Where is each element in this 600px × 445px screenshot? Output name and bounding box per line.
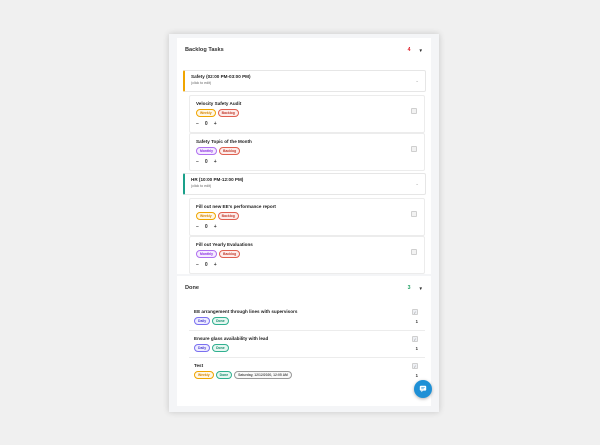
task-card[interactable]: Velocity Safety Audit Weekly Backlog − 0… (189, 95, 425, 133)
frequency-tag: Weekly (194, 371, 214, 380)
done-section-body: EE arrangement through lines with superv… (177, 300, 431, 406)
caret-down-icon[interactable]: ▼ (419, 286, 423, 291)
chevron-down-icon[interactable]: ⌄ (415, 181, 419, 187)
task-title: Velocity Safety Audit (196, 101, 242, 106)
quantity-value: 0 (204, 159, 208, 166)
decrement-button[interactable]: − (196, 121, 199, 127)
backlog-count: 4 (407, 47, 411, 53)
backlog-section-body: Safety (02:00 PM-03:00 PM) (click to edi… (177, 62, 431, 274)
backlog-title: Backlog Tasks (185, 47, 224, 53)
task-checkbox[interactable] (411, 108, 417, 114)
done-title: Done (185, 285, 199, 291)
caret-down-icon[interactable]: ▼ (419, 48, 423, 53)
check-icon[interactable]: ✓ (412, 309, 418, 315)
task-title: EE arrangement through lines with superv… (194, 309, 298, 314)
task-card[interactable]: Safety Topic of the Month Monthly Backlo… (189, 133, 425, 171)
increment-button[interactable]: + (214, 121, 217, 127)
backlog-section-header[interactable]: Backlog Tasks 4 ▼ (177, 38, 431, 62)
chevron-down-icon[interactable]: ⌄ (415, 78, 419, 84)
status-tag: Done (212, 344, 229, 353)
quantity-value: 0 (204, 262, 208, 269)
completion-count: 1 (415, 373, 418, 378)
check-icon[interactable]: ✓ (412, 336, 418, 342)
group-edit-hint: (click to edit) (191, 184, 212, 188)
task-title: Fill out Yearly Evaluations (196, 242, 253, 247)
group-title: HR (10:00 PM-12:00 PM) (191, 177, 244, 182)
group-card-safety[interactable]: Safety (02:00 PM-03:00 PM) (click to edi… (183, 70, 426, 92)
completion-count: 1 (415, 319, 418, 324)
quantity-value: 0 (204, 224, 208, 231)
task-checkbox[interactable] (411, 249, 417, 255)
quantity-value: 0 (204, 121, 208, 128)
frequency-tag: Weekly (196, 109, 216, 118)
quantity-stepper: − 0 + (196, 262, 418, 268)
task-card[interactable]: Fill out Yearly Evaluations Monthly Back… (189, 236, 425, 274)
increment-button[interactable]: + (214, 159, 217, 165)
task-title: Safety Topic of the Month (196, 139, 252, 144)
task-card[interactable]: Fill out new EE's performance report Wee… (189, 198, 425, 236)
decrement-button[interactable]: − (196, 159, 199, 165)
quantity-stepper: − 0 + (196, 224, 418, 230)
quantity-stepper: − 0 + (196, 121, 418, 127)
status-tag: Done (215, 371, 233, 380)
group-edit-hint: (click to edit) (191, 81, 212, 85)
done-task-card[interactable]: EE arrangement through lines with superv… (189, 306, 425, 331)
frequency-tag: Daily (194, 344, 211, 353)
decrement-button[interactable]: − (196, 262, 199, 268)
increment-button[interactable]: + (214, 224, 217, 230)
app-screen: Backlog Tasks 4 ▼ Safety (02:00 PM-03:00… (169, 34, 439, 412)
chat-fab-button[interactable] (414, 380, 432, 398)
status-tag: Backlog (219, 147, 241, 156)
status-tag: Backlog (219, 250, 241, 259)
frequency-tag: Weekly (196, 212, 216, 221)
status-tag: Backlog (217, 109, 239, 118)
done-section-header[interactable]: Done 3 ▼ (177, 276, 431, 300)
task-checkbox[interactable] (411, 211, 417, 217)
done-count: 3 (407, 285, 411, 291)
done-task-card[interactable]: Test Weekly Done Saturday, 12/12/2020, 1… (189, 360, 425, 385)
frequency-tag: Daily (194, 317, 211, 326)
task-checkbox[interactable] (411, 146, 417, 152)
increment-button[interactable]: + (214, 262, 217, 268)
status-tag: Backlog (217, 212, 239, 221)
completed-date-tag: Saturday, 12/12/2020, 12:05 AM (234, 371, 292, 380)
completion-count: 1 (415, 346, 418, 351)
decrement-button[interactable]: − (196, 224, 199, 230)
task-title: Ensure glass availability with lead (194, 336, 269, 341)
frequency-tag: Monthly (196, 147, 217, 156)
task-title: Test (194, 363, 204, 368)
quantity-stepper: − 0 + (196, 159, 418, 165)
check-icon[interactable]: ✓ (412, 363, 418, 369)
chat-icon (419, 385, 427, 393)
status-tag: Done (212, 317, 229, 326)
group-card-hr[interactable]: HR (10:00 PM-12:00 PM) (click to edit) ⌄ (183, 173, 426, 195)
task-title: Fill out new EE's performance report (196, 204, 276, 209)
group-title: Safety (02:00 PM-03:00 PM) (191, 74, 251, 79)
frequency-tag: Monthly (196, 250, 217, 259)
done-task-card[interactable]: Ensure glass availability with lead Dail… (189, 333, 425, 358)
